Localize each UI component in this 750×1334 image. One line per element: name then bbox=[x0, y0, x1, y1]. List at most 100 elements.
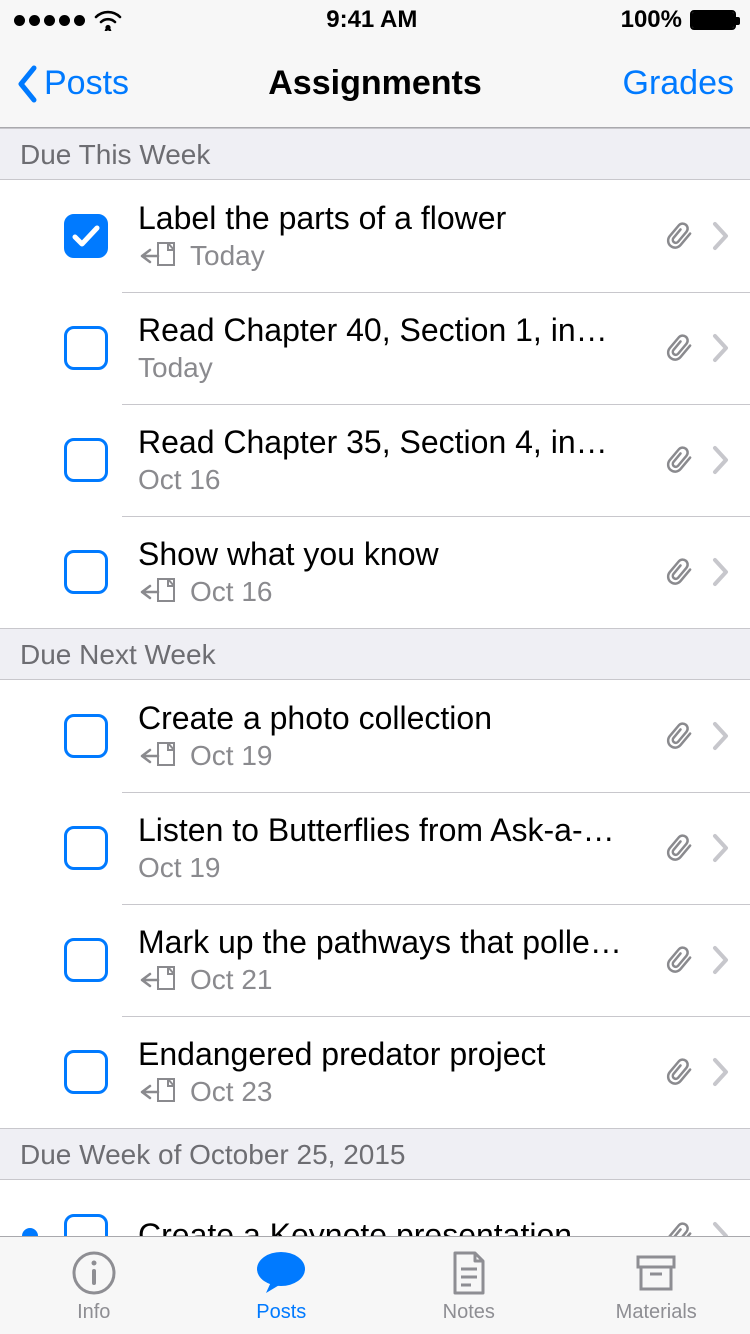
row-body: Listen to Butterflies from Ask-a-…Oct 19 bbox=[138, 811, 652, 885]
row-body: Show what you knowOct 16 bbox=[138, 535, 652, 609]
assignment-title: Read Chapter 40, Section 1, in… bbox=[138, 311, 652, 349]
completion-checkbox[interactable] bbox=[64, 550, 108, 594]
tab-posts[interactable]: Posts bbox=[188, 1237, 376, 1334]
attachment-icon bbox=[664, 1055, 694, 1089]
due-date: Today bbox=[190, 239, 265, 273]
assignment-row[interactable]: Listen to Butterflies from Ask-a-…Oct 19 bbox=[0, 792, 750, 904]
row-subtitle: Oct 19 bbox=[138, 739, 652, 773]
section-header: Due Week of October 25, 2015 bbox=[0, 1128, 750, 1180]
row-subtitle: Oct 16 bbox=[138, 575, 652, 609]
row-body: Create a photo collectionOct 19 bbox=[138, 699, 652, 773]
handin-icon bbox=[138, 241, 178, 271]
assignment-row[interactable]: Create a photo collectionOct 19 bbox=[0, 680, 750, 792]
assignment-row[interactable]: Endangered predator projectOct 23 bbox=[0, 1016, 750, 1128]
row-subtitle: Oct 16 bbox=[138, 463, 652, 497]
completion-checkbox[interactable] bbox=[64, 214, 108, 258]
section-header: Due Next Week bbox=[0, 628, 750, 680]
chevron-right-icon bbox=[712, 557, 730, 587]
note-page-icon bbox=[449, 1247, 489, 1299]
assignment-row[interactable]: Read Chapter 40, Section 1, in…Today bbox=[0, 292, 750, 404]
completion-checkbox[interactable] bbox=[64, 938, 108, 982]
assignment-title: Listen to Butterflies from Ask-a-… bbox=[138, 811, 652, 849]
back-button[interactable]: Posts bbox=[16, 64, 129, 103]
grades-button[interactable]: Grades bbox=[623, 64, 735, 103]
tab-info[interactable]: Info bbox=[0, 1237, 188, 1334]
battery-icon bbox=[690, 10, 736, 30]
section-header: Due This Week bbox=[0, 128, 750, 180]
signal-strength-icon bbox=[14, 15, 85, 26]
completion-checkbox[interactable] bbox=[64, 326, 108, 370]
assignment-row[interactable]: Create a Keynote presentation… bbox=[0, 1180, 750, 1236]
due-date: Oct 21 bbox=[190, 963, 272, 997]
row-subtitle: Oct 19 bbox=[138, 851, 652, 885]
due-date: Oct 23 bbox=[190, 1075, 272, 1109]
due-date: Oct 16 bbox=[138, 463, 220, 497]
row-subtitle: Today bbox=[138, 351, 652, 385]
attachment-icon bbox=[664, 1219, 694, 1236]
attachment-icon bbox=[664, 943, 694, 977]
row-body: Mark up the pathways that polle…Oct 21 bbox=[138, 923, 652, 997]
due-date: Oct 19 bbox=[138, 851, 220, 885]
tab-notes[interactable]: Notes bbox=[375, 1237, 563, 1334]
completion-checkbox[interactable] bbox=[64, 1214, 108, 1236]
row-body: Read Chapter 40, Section 1, in…Today bbox=[138, 311, 652, 385]
chevron-right-icon bbox=[712, 1221, 730, 1236]
section-group: Label the parts of a flowerTodayRead Cha… bbox=[0, 180, 750, 628]
tab-label: Posts bbox=[256, 1301, 306, 1324]
chevron-right-icon bbox=[712, 833, 730, 863]
row-accessories bbox=[664, 943, 730, 977]
assignment-title: Endangered predator project bbox=[138, 1035, 652, 1073]
attachment-icon bbox=[664, 443, 694, 477]
handin-icon bbox=[138, 1077, 178, 1107]
assignment-title: Label the parts of a flower bbox=[138, 199, 652, 237]
row-body: Endangered predator projectOct 23 bbox=[138, 1035, 652, 1109]
row-accessories bbox=[664, 331, 730, 365]
row-body: Read Chapter 35, Section 4, in…Oct 16 bbox=[138, 423, 652, 497]
navigation-bar: Posts Assignments Grades bbox=[0, 40, 750, 128]
row-accessories bbox=[664, 219, 730, 253]
handin-icon bbox=[138, 741, 178, 771]
handin-icon bbox=[138, 965, 178, 995]
assignment-row[interactable]: Mark up the pathways that polle…Oct 21 bbox=[0, 904, 750, 1016]
section-group: Create a Keynote presentation… bbox=[0, 1180, 750, 1236]
attachment-icon bbox=[664, 331, 694, 365]
completion-checkbox[interactable] bbox=[64, 714, 108, 758]
box-icon bbox=[632, 1247, 680, 1299]
info-circle-icon bbox=[70, 1247, 118, 1299]
assignment-row[interactable]: Read Chapter 35, Section 4, in…Oct 16 bbox=[0, 404, 750, 516]
row-subtitle: Oct 23 bbox=[138, 1075, 652, 1109]
assignment-title: Create a photo collection bbox=[138, 699, 652, 737]
due-date: Today bbox=[138, 351, 213, 385]
chat-bubble-icon bbox=[253, 1247, 309, 1299]
status-bar: 9:41 AM 100% bbox=[0, 0, 750, 40]
chevron-right-icon bbox=[712, 721, 730, 751]
back-label: Posts bbox=[44, 64, 129, 103]
row-body: Create a Keynote presentation… bbox=[138, 1216, 652, 1236]
attachment-icon bbox=[664, 719, 694, 753]
tab-materials[interactable]: Materials bbox=[563, 1237, 750, 1334]
wifi-icon bbox=[93, 9, 123, 31]
row-subtitle: Today bbox=[138, 239, 652, 273]
chevron-right-icon bbox=[712, 945, 730, 975]
status-time: 9:41 AM bbox=[326, 6, 417, 34]
assignment-title: Read Chapter 35, Section 4, in… bbox=[138, 423, 652, 461]
completion-checkbox[interactable] bbox=[64, 438, 108, 482]
status-left bbox=[14, 9, 123, 31]
row-subtitle: Oct 21 bbox=[138, 963, 652, 997]
assignment-row[interactable]: Show what you knowOct 16 bbox=[0, 516, 750, 628]
row-accessories bbox=[664, 831, 730, 865]
status-right: 100% bbox=[621, 6, 736, 34]
assignment-title: Show what you know bbox=[138, 535, 652, 573]
attachment-icon bbox=[664, 219, 694, 253]
row-accessories bbox=[664, 719, 730, 753]
completion-checkbox[interactable] bbox=[64, 826, 108, 870]
tab-label: Notes bbox=[443, 1301, 495, 1324]
completion-checkbox[interactable] bbox=[64, 1050, 108, 1094]
due-date: Oct 16 bbox=[190, 575, 272, 609]
row-accessories bbox=[664, 555, 730, 589]
assignment-row[interactable]: Label the parts of a flowerToday bbox=[0, 180, 750, 292]
attachment-icon bbox=[664, 831, 694, 865]
battery-percent: 100% bbox=[621, 6, 682, 34]
tab-label: Info bbox=[77, 1301, 110, 1324]
assignments-list[interactable]: Due This WeekLabel the parts of a flower… bbox=[0, 128, 750, 1236]
